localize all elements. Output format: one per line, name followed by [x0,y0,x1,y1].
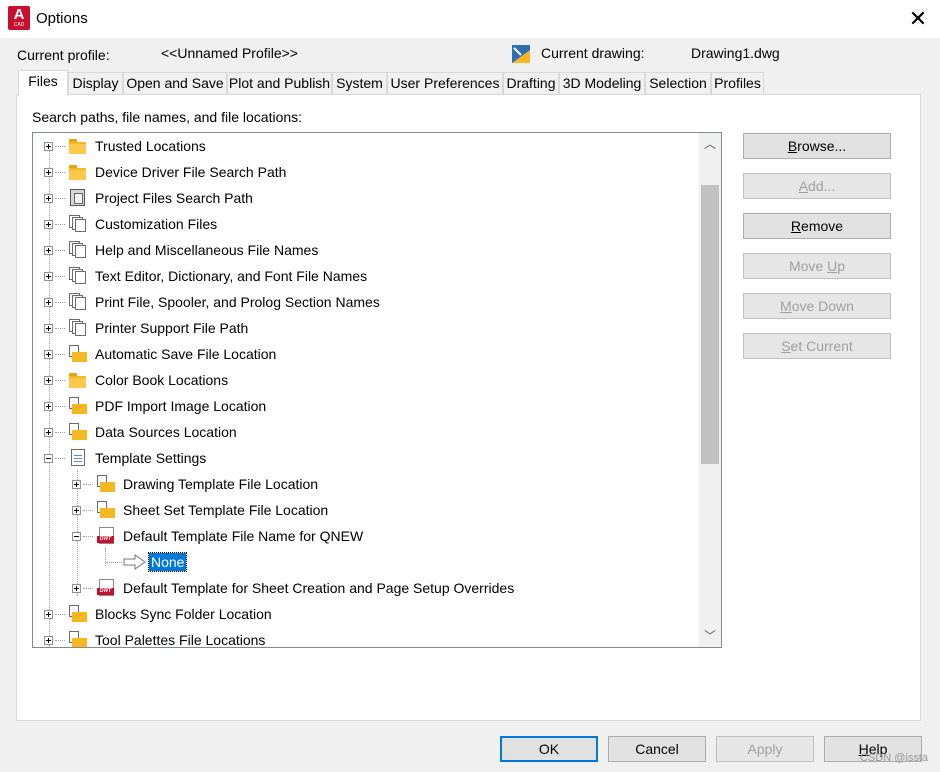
documents-icon [68,241,88,259]
search-paths-tree[interactable]: Trusted Locations Device Driver File Sea… [32,132,722,648]
tree-item-project-files-path[interactable]: Project Files Search Path [33,186,703,212]
folder-icon [68,137,88,155]
folder-documents-icon [68,631,88,647]
expand-plus-icon[interactable] [44,220,53,229]
tree-item-trusted-locations[interactable]: Trusted Locations [33,134,703,160]
tree-item-help-misc-files[interactable]: Help and Miscellaneous File Names [33,238,703,264]
scroll-up-icon[interactable]: ︿ [699,133,721,155]
template-icon [68,449,88,467]
tree-item-blocks-sync-folder[interactable]: Blocks Sync Folder Location [33,602,703,628]
documents-icon [68,319,88,337]
expand-plus-icon[interactable] [44,168,53,177]
remove-button[interactable]: Remove [743,213,891,239]
window-title: Options [36,10,88,27]
tab-system[interactable]: System [332,72,387,94]
documents-icon [68,267,88,285]
current-profile-label: Current profile: [17,47,110,63]
expand-plus-icon[interactable] [72,506,81,515]
folder-documents-icon [68,423,88,441]
arrow-icon [123,553,146,571]
folder-icon [68,371,88,389]
tab-selection[interactable]: Selection [645,72,711,94]
tree-item-sheet-set-template-location[interactable]: Sheet Set Template File Location [33,498,703,524]
tree-item-printer-support-path[interactable]: Printer Support File Path [33,316,703,342]
tree-vertical-scrollbar[interactable]: ︿ ﹀ [699,133,721,647]
autocad-app-icon: A CAD [8,6,30,30]
collapse-minus-icon[interactable] [72,532,81,541]
close-icon[interactable]: ✕ [902,4,934,34]
tab-open-and-save[interactable]: Open and Save [123,72,227,94]
tab-user-preferences[interactable]: User Preferences [387,72,503,94]
tree-item-data-sources-location[interactable]: Data Sources Location [33,420,703,446]
tree-item-print-file-names[interactable]: Print File, Spooler, and Prolog Section … [33,290,703,316]
selected-value[interactable]: None [147,552,188,572]
project-icon [68,189,88,207]
collapse-minus-icon[interactable] [44,454,53,463]
watermark: CSDN @issta [860,752,929,764]
title-bar: A CAD Options ✕ [0,0,940,38]
expand-plus-icon[interactable] [44,610,53,619]
tree-item-color-book-locations[interactable]: Color Book Locations [33,368,703,394]
folder-documents-icon [96,501,116,519]
ok-button[interactable]: OK [500,736,598,762]
expand-plus-icon[interactable] [44,350,53,359]
tree-item-template-settings[interactable]: Template Settings [33,446,703,472]
expand-plus-icon[interactable] [44,324,53,333]
move-up-button[interactable]: Move Up [743,253,891,279]
tree-item-drawing-template-location[interactable]: Drawing Template File Location [33,472,703,498]
dwt-file-icon: DWT [96,527,116,545]
current-drawing-label: Current drawing: [541,45,645,61]
tree-item-automatic-save-location[interactable]: Automatic Save File Location [33,342,703,368]
cancel-button[interactable]: Cancel [608,736,706,762]
tree-item-default-template-sheet-creation[interactable]: DWT Default Template for Sheet Creation … [33,576,703,602]
tab-drafting[interactable]: Drafting [503,72,559,94]
tree-item-customization-files[interactable]: Customization Files [33,212,703,238]
folder-documents-icon [68,605,88,623]
expand-plus-icon[interactable] [44,376,53,385]
dwt-file-icon: DWT [96,579,116,597]
folder-icon [68,163,88,181]
move-down-button[interactable]: Move Down [743,293,891,319]
tree-item-text-editor-files[interactable]: Text Editor, Dictionary, and Font File N… [33,264,703,290]
set-current-button[interactable]: Set Current [743,333,891,359]
expand-plus-icon[interactable] [44,636,53,645]
tree-item-default-template-qnew[interactable]: DWT Default Template File Name for QNEW [33,524,703,550]
folder-documents-icon [68,397,88,415]
tab-files[interactable]: Files [18,70,68,96]
current-profile-value: <<Unnamed Profile>> [161,45,298,61]
folder-documents-icon [96,475,116,493]
expand-plus-icon[interactable] [44,142,53,151]
tree-item-qnew-value[interactable]: None [33,550,703,576]
tab-3d-modeling[interactable]: 3D Modeling [559,72,645,94]
tree-item-pdf-import-image-location[interactable]: PDF Import Image Location [33,394,703,420]
expand-plus-icon[interactable] [44,272,53,281]
expand-plus-icon[interactable] [72,480,81,489]
expand-plus-icon[interactable] [44,298,53,307]
expand-plus-icon[interactable] [72,584,81,593]
tree-item-device-driver-path[interactable]: Device Driver File Search Path [33,160,703,186]
scrollbar-thumb[interactable] [701,185,719,464]
documents-icon [68,215,88,233]
expand-plus-icon[interactable] [44,402,53,411]
browse-button[interactable]: Browse... [743,133,891,159]
tab-display[interactable]: Display [68,72,123,94]
apply-button[interactable]: Apply [716,736,814,762]
current-drawing-value: Drawing1.dwg [691,45,780,61]
tab-profiles[interactable]: Profiles [711,72,764,94]
tab-plot-and-publish[interactable]: Plot and Publish [227,72,332,94]
drawing-icon [511,44,531,64]
expand-plus-icon[interactable] [44,246,53,255]
folder-documents-icon [68,345,88,363]
scroll-down-icon[interactable]: ﹀ [699,625,721,647]
add-button[interactable]: Add... [743,173,891,199]
search-paths-label: Search paths, file names, and file locat… [32,109,303,125]
expand-plus-icon[interactable] [44,194,53,203]
tree-item-tool-palettes-locations[interactable]: Tool Palettes File Locations [33,628,703,647]
expand-plus-icon[interactable] [44,428,53,437]
documents-icon [68,293,88,311]
